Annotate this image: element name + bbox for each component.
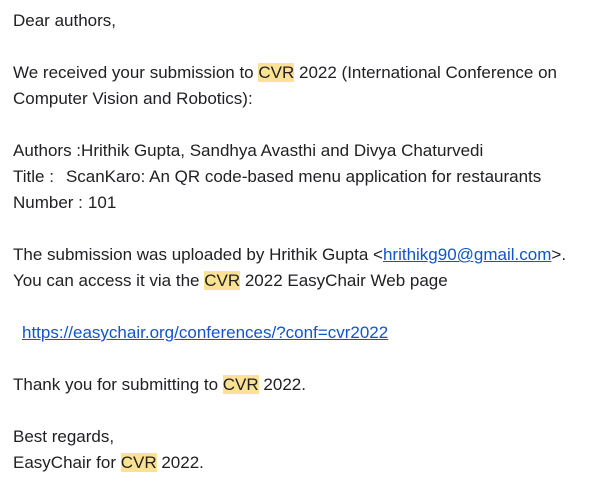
title-label: Title : [13, 167, 54, 186]
url-line: https://easychair.org/conferences/?conf=… [13, 320, 603, 346]
conference-acronym-highlight: CVR [204, 271, 241, 290]
authors-value: Hrithik Gupta, Sandhya Avasthi and Divya… [81, 141, 484, 160]
easychair-url-link[interactable]: https://easychair.org/conferences/?conf=… [22, 323, 388, 342]
regards-line: Best regards, [13, 427, 115, 446]
signoff-line: EasyChair for CVR 2022. [13, 450, 603, 476]
number-value: 101 [87, 193, 117, 212]
received-suffix: 2022 (International Conference on [294, 63, 558, 82]
uploaded-suffix: >. [551, 245, 567, 264]
received-line-2: Computer Vision and Robotics): [13, 89, 253, 108]
email-body: Dear authors, We received your submissio… [13, 8, 603, 476]
thanks-line: Thank you for submitting to CVR 2022. [13, 372, 603, 398]
thanks-suffix: 2022. [258, 375, 306, 394]
access-line: You can access it via the CVR 2022 EasyC… [13, 268, 603, 294]
access-prefix: You can access it via the [13, 271, 205, 290]
access-suffix: 2022 EasyChair Web page [240, 271, 448, 290]
title-value: ScanKaro: An QR code-based menu applicat… [65, 167, 542, 186]
greeting: Dear authors, [13, 11, 116, 30]
conference-acronym-highlight: CVR [222, 375, 259, 394]
conference-acronym-highlight: CVR [120, 453, 157, 472]
authors-line: Authors : Hrithik Gupta, Sandhya Avasthi… [13, 138, 603, 164]
number-label: Number : [13, 193, 83, 212]
signoff-suffix: 2022. [156, 453, 204, 472]
uploaded-prefix: The submission was uploaded by Hrithik G… [13, 245, 383, 264]
thanks-prefix: Thank you for submitting to [13, 375, 223, 394]
title-line: Title : ScanKaro: An QR code-based menu a… [13, 164, 603, 190]
signoff-prefix: EasyChair for [13, 453, 121, 472]
number-line: Number :101 [13, 190, 603, 216]
authors-label: Authors : [13, 141, 82, 160]
received-prefix: We received your submission to [13, 63, 259, 82]
conference-acronym-highlight: CVR [258, 63, 295, 82]
uploader-email-link[interactable]: hrithikg90@gmail.com [383, 245, 551, 264]
uploaded-line: The submission was uploaded by Hrithik G… [13, 242, 603, 268]
received-line: We received your submission to CVR 2022 … [13, 60, 603, 86]
